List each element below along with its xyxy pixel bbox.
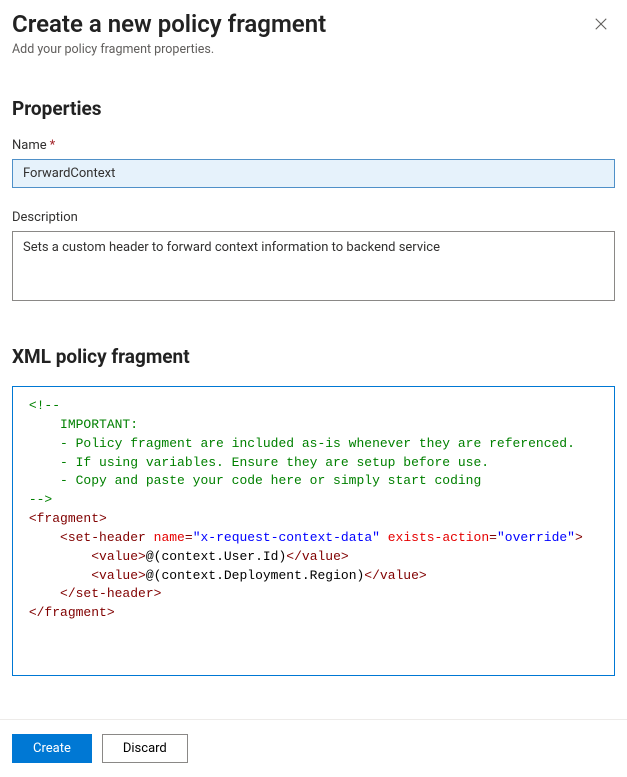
description-input[interactable]: Sets a custom header to forward context … xyxy=(12,231,615,301)
xml-heading: XML policy fragment xyxy=(12,345,615,368)
create-button[interactable]: Create xyxy=(12,734,92,763)
close-button[interactable] xyxy=(587,10,615,38)
page-title: Create a new policy fragment xyxy=(12,10,326,38)
discard-button[interactable]: Discard xyxy=(102,734,188,763)
name-label: Name xyxy=(12,138,47,153)
required-indicator: * xyxy=(50,138,56,153)
name-input[interactable] xyxy=(12,159,615,188)
xml-editor[interactable]: <!-- IMPORTANT: - Policy fragment are in… xyxy=(12,386,615,676)
footer: Create Discard xyxy=(0,719,627,777)
properties-heading: Properties xyxy=(12,97,615,120)
close-icon xyxy=(594,17,608,31)
description-label: Description xyxy=(12,210,78,225)
page-subtitle: Add your policy fragment properties. xyxy=(12,42,326,57)
